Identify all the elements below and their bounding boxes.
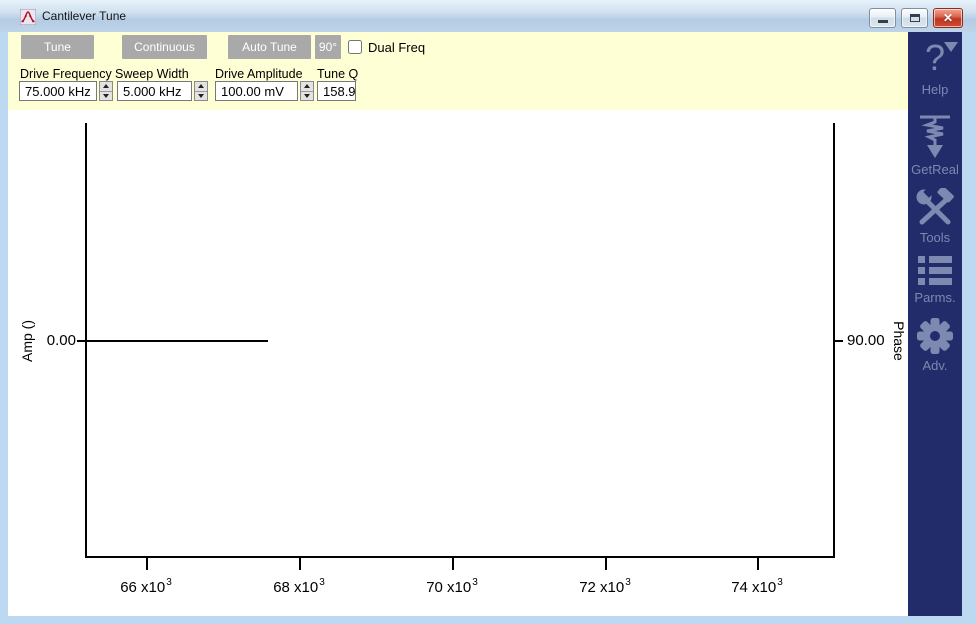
amp-axis-tick	[77, 340, 85, 342]
drive-amplitude-label: Drive Amplitude	[215, 67, 303, 81]
sidebar-item-label: Tools	[919, 230, 951, 245]
stepper-down-icon[interactable]	[100, 90, 112, 101]
drive-amplitude-input[interactable]	[215, 81, 298, 101]
drive-frequency-input[interactable]	[19, 81, 97, 101]
drive-frequency-stepper[interactable]	[99, 81, 113, 101]
x-axis-tick	[146, 557, 148, 570]
sidebar-item-adv[interactable]: Adv.	[908, 316, 962, 373]
tune-q-label: Tune Q	[317, 67, 359, 81]
sidebar-item-getreal[interactable]: GetReal	[908, 114, 962, 177]
phase-axis-tick	[835, 340, 843, 342]
sidebar: ? Help GetReal Tools Parms. Adv.	[908, 32, 962, 616]
sidebar-item-label: GetReal	[911, 162, 959, 177]
triangle-down-icon	[944, 42, 959, 52]
dual-freq-checkbox[interactable]	[348, 40, 362, 54]
phase-axis-title: Phase	[891, 321, 907, 361]
sweep-width-label: Sweep Width	[115, 67, 189, 81]
frequency-x-axis	[85, 556, 835, 558]
phase-tick-label: 90.00	[847, 332, 885, 349]
x-tick-label: 74 x103	[731, 577, 783, 596]
dual-freq-label: Dual Freq	[368, 40, 426, 55]
minimize-icon	[877, 20, 888, 23]
tune-toolbar: Tune Continuous Auto Tune 90° Dual Freq …	[8, 32, 908, 110]
auto-tune-button[interactable]: Auto Tune	[228, 35, 311, 59]
tune-q-input[interactable]	[317, 81, 356, 101]
x-axis-tick	[452, 557, 454, 570]
drive-amplitude-stepper[interactable]	[300, 81, 314, 101]
window-title: Cantilever Tune	[42, 9, 127, 23]
x-axis-tick	[299, 557, 301, 570]
sidebar-item-parms[interactable]: Parms.	[908, 254, 962, 305]
close-button[interactable]: ✕	[933, 8, 963, 28]
spring-arrow-icon	[920, 115, 950, 158]
sidebar-item-label: Help	[921, 82, 949, 97]
sidebar-item-help[interactable]: ? Help	[908, 36, 962, 97]
plot-area	[8, 110, 908, 616]
ninety-degree-button[interactable]: 90°	[315, 35, 341, 59]
x-tick-label: 72 x103	[579, 577, 631, 596]
sweep-width-input[interactable]	[117, 81, 192, 101]
crossed-tools-icon	[916, 188, 954, 225]
amplitude-trace	[86, 340, 268, 342]
sidebar-item-tools[interactable]: Tools	[908, 188, 962, 245]
stepper-up-icon[interactable]	[195, 82, 207, 91]
resonance-curve-icon	[20, 9, 36, 25]
maximize-button[interactable]	[901, 8, 928, 28]
stepper-down-icon[interactable]	[301, 90, 313, 101]
help-question-icon: ?	[925, 39, 959, 77]
x-tick-label: 68 x103	[273, 577, 325, 596]
x-tick-label: 66 x103	[120, 577, 172, 596]
sidebar-item-label: Parms.	[914, 290, 956, 305]
sidebar-item-label: Adv.	[922, 358, 948, 373]
stepper-down-icon[interactable]	[195, 90, 207, 101]
x-tick-label: 70 x103	[426, 577, 478, 596]
continuous-button[interactable]: Continuous	[122, 35, 207, 59]
amp-axis-title: Amp ()	[19, 320, 35, 362]
stepper-up-icon[interactable]	[100, 82, 112, 91]
bullet-list-icon	[918, 256, 952, 285]
drive-frequency-label: Drive Frequency	[20, 67, 112, 81]
tune-button[interactable]: Tune	[21, 35, 94, 59]
close-icon: ✕	[942, 11, 954, 25]
stepper-up-icon[interactable]	[301, 82, 313, 91]
x-axis-tick	[605, 557, 607, 570]
maximize-icon	[909, 14, 920, 22]
cantilever-tune-window: { "window": { "title": "Cantilever Tune"…	[0, 0, 976, 624]
minimize-button[interactable]	[869, 8, 896, 28]
gear-icon	[917, 318, 953, 354]
title-bar: Cantilever Tune ✕	[0, 0, 976, 32]
sweep-width-stepper[interactable]	[194, 81, 208, 101]
x-axis-tick	[757, 557, 759, 570]
